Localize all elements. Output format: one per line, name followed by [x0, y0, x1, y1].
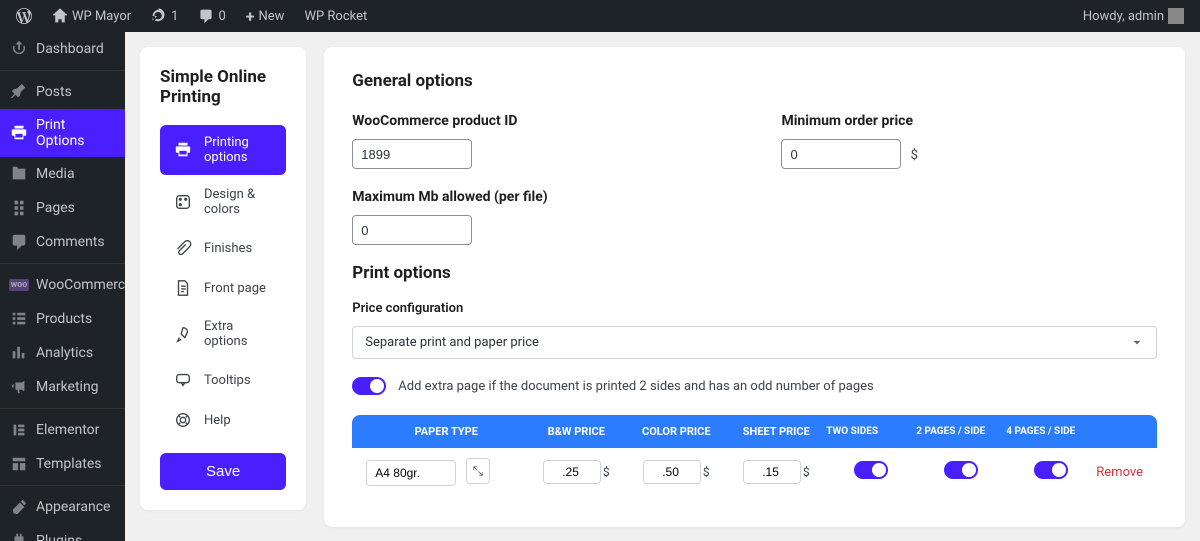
price-table-head: PAPER TYPE B&W PRICE COLOR PRICE SHEET P…: [352, 415, 1157, 448]
page-icon: [174, 279, 192, 297]
woo-id-label: WooCommerce product ID: [352, 113, 517, 129]
menu-products[interactable]: Products: [0, 302, 125, 336]
menu-posts[interactable]: Posts: [0, 75, 125, 109]
comment-icon: [10, 233, 28, 251]
menu-media[interactable]: Media: [0, 157, 125, 191]
nav-finishes[interactable]: Finishes: [160, 229, 286, 267]
woo-icon: woo: [10, 276, 28, 294]
dashboard-icon: [10, 40, 28, 58]
avatar: [1168, 8, 1184, 24]
min-order-input[interactable]: [781, 139, 901, 169]
menu-marketing[interactable]: Marketing: [0, 370, 125, 404]
two-pages-toggle[interactable]: [944, 461, 978, 479]
woo-id-input[interactable]: [352, 139, 472, 169]
price-config-label: Price configuration: [352, 301, 1157, 316]
brush-icon: [10, 498, 28, 516]
menu-comments[interactable]: Comments: [0, 225, 125, 259]
menu-analytics[interactable]: Analytics: [0, 336, 125, 370]
th-sheet: SHEET PRICE: [726, 425, 826, 438]
th-paper: PAPER TYPE: [366, 425, 526, 438]
help-icon: [174, 411, 192, 429]
updates-link[interactable]: 1: [143, 0, 186, 32]
nav-design-colors[interactable]: Design & colors: [160, 177, 286, 227]
sheet-price-input[interactable]: [743, 460, 801, 484]
save-button[interactable]: Save: [160, 453, 286, 490]
main-card: General options WooCommerce product ID M…: [324, 47, 1185, 527]
th-color: COLOR PRICE: [626, 425, 726, 438]
comments-link[interactable]: 0: [190, 0, 233, 32]
megaphone-icon: [10, 378, 28, 396]
nav-printing-options[interactable]: Printing options: [160, 125, 286, 175]
nav-front-page[interactable]: Front page: [160, 269, 286, 307]
tooltip-icon: [174, 371, 192, 389]
th-two-pages: 2 PAGES / SIDE: [916, 426, 1006, 438]
update-icon: [151, 8, 167, 24]
admin-bar: WP Mayor 1 0 + New WP Rocket Howdy, admi…: [0, 0, 1200, 32]
products-icon: [10, 310, 28, 328]
menu-print-options[interactable]: Print Options: [0, 109, 125, 157]
extra-page-toggle[interactable]: [352, 377, 386, 395]
elementor-icon: [10, 421, 28, 439]
max-mb-label: Maximum Mb allowed (per file): [352, 189, 1157, 205]
color-price-input[interactable]: [643, 460, 701, 484]
th-bw: B&W PRICE: [526, 425, 626, 438]
howdy-link[interactable]: Howdy, admin: [1075, 0, 1192, 32]
settings-title: Simple Online Printing: [160, 67, 286, 107]
home-icon: [52, 8, 68, 24]
palette-icon: [174, 193, 192, 211]
wp-rocket-link[interactable]: WP Rocket: [296, 0, 375, 32]
nav-help[interactable]: Help: [160, 401, 286, 439]
nav-extra-options[interactable]: Extra options: [160, 309, 286, 359]
bw-price-input[interactable]: [543, 460, 601, 484]
remove-link[interactable]: Remove: [1096, 465, 1143, 480]
settings-card: Simple Online Printing Printing options …: [140, 47, 306, 510]
two-sides-toggle[interactable]: [854, 461, 888, 479]
paper-type-input[interactable]: [366, 460, 456, 486]
print-options-title: Print options: [352, 263, 1157, 283]
currency-label: $: [911, 148, 918, 163]
expand-button[interactable]: [466, 458, 490, 484]
th-four-pages: 4 PAGES / SIDE: [1006, 426, 1096, 438]
general-options-title: General options: [352, 71, 1157, 91]
price-table: PAPER TYPE B&W PRICE COLOR PRICE SHEET P…: [352, 415, 1157, 496]
templates-icon: [10, 455, 28, 473]
menu-appearance[interactable]: Appearance: [0, 490, 125, 524]
attachment-icon: [174, 239, 192, 257]
min-order-label: Minimum order price: [781, 113, 918, 129]
admin-sidemenu: Dashboard Posts Print Options Media Page…: [0, 32, 125, 541]
pages-icon: [10, 199, 28, 217]
new-link[interactable]: + New: [238, 0, 293, 32]
media-icon: [10, 165, 28, 183]
plug-icon: [10, 532, 28, 541]
chart-icon: [10, 344, 28, 362]
rocket-icon: [174, 325, 192, 343]
pin-icon: [10, 83, 28, 101]
nav-tooltips[interactable]: Tooltips: [160, 361, 286, 399]
extra-page-toggle-label: Add extra page if the document is printe…: [398, 379, 873, 394]
max-mb-input[interactable]: [352, 215, 472, 245]
menu-elementor[interactable]: Elementor: [0, 413, 125, 447]
chevron-down-icon: [1130, 336, 1144, 350]
site-name-link[interactable]: WP Mayor: [44, 0, 139, 32]
printer-icon: [10, 124, 28, 142]
table-row: $ $ $: [352, 448, 1157, 496]
menu-plugins[interactable]: Plugins: [0, 524, 125, 541]
menu-templates[interactable]: Templates: [0, 447, 125, 481]
price-config-select[interactable]: Separate print and paper price: [352, 326, 1157, 359]
menu-woocommerce[interactable]: woo WooCommerce: [0, 268, 125, 302]
comment-icon: [198, 8, 214, 24]
menu-pages[interactable]: Pages: [0, 191, 125, 225]
wp-logo[interactable]: [8, 0, 40, 32]
th-two-sides: TWO SIDES: [826, 426, 916, 438]
menu-dashboard[interactable]: Dashboard: [0, 32, 125, 66]
printer-icon: [174, 141, 192, 159]
four-pages-toggle[interactable]: [1034, 461, 1068, 479]
